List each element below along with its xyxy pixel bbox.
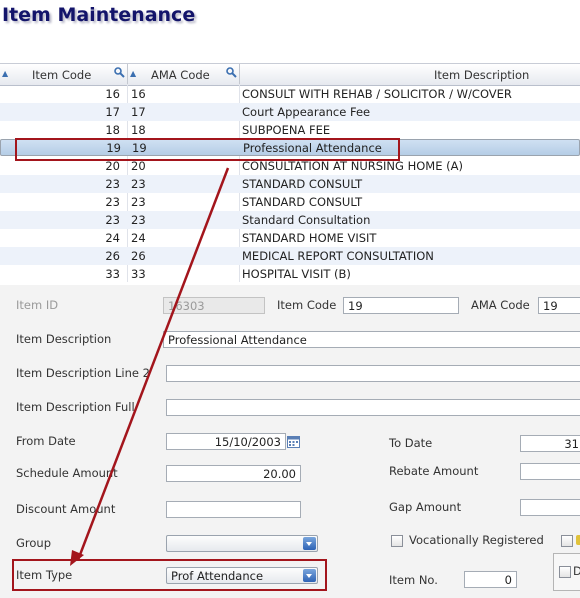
annotation-arrow [70, 167, 230, 566]
